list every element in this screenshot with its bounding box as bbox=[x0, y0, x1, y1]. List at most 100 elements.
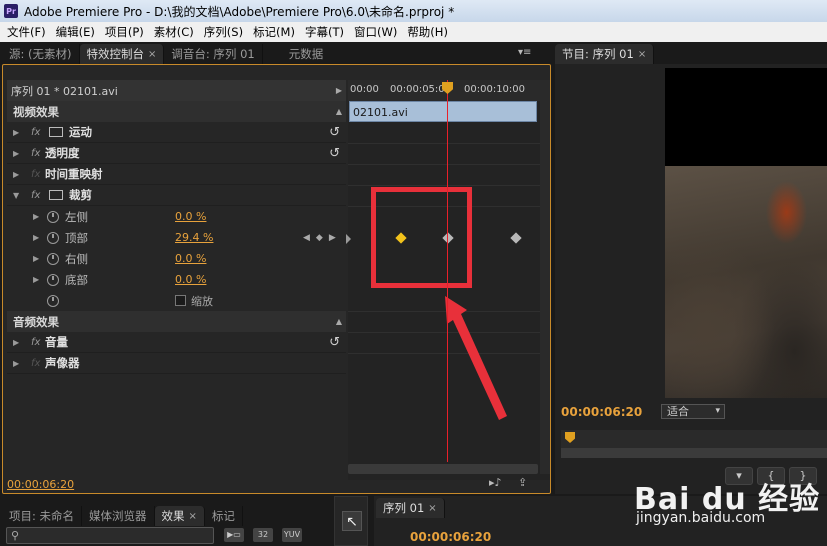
new-bin-icon[interactable]: ▶▭ bbox=[224, 528, 244, 542]
yuv-icon[interactable]: YUV bbox=[282, 528, 302, 542]
menu-window[interactable]: 窗口(W) bbox=[349, 24, 402, 40]
tab-metadata-label: 元数据 bbox=[288, 47, 324, 61]
expand-triangle-icon[interactable]: ▶ bbox=[13, 170, 23, 179]
fit-dropdown[interactable]: 适合 bbox=[661, 404, 725, 419]
audio-play-icon[interactable]: ▸♪ bbox=[489, 476, 502, 489]
fx-icon[interactable]: fx bbox=[31, 337, 45, 348]
effect-row-panner[interactable]: ▶ fx 声像器 bbox=[7, 353, 346, 374]
expand-triangle-icon[interactable]: ▶ bbox=[33, 233, 43, 242]
tab-markers[interactable]: 标记 bbox=[205, 506, 243, 526]
close-icon[interactable]: × bbox=[428, 503, 436, 514]
collapse-up-icon[interactable]: ▲ bbox=[336, 317, 342, 326]
tab-metadata[interactable]: 元数据 bbox=[263, 44, 331, 64]
program-playhead[interactable] bbox=[565, 432, 575, 443]
effect-row-motion[interactable]: ▶ fx 运动 ↺ bbox=[7, 122, 346, 143]
tab-media-browser[interactable]: 媒体浏览器 bbox=[82, 506, 155, 526]
menu-title[interactable]: 字幕(T) bbox=[300, 24, 349, 40]
effect-row-crop[interactable]: ▼ fx 裁剪 bbox=[7, 185, 346, 206]
effect-name: 时间重映射 bbox=[45, 167, 103, 181]
effects-search-input[interactable]: ⚲ bbox=[6, 527, 214, 544]
keyframe-timeline[interactable]: 00:00 00:00:05:00 00:00:10:00 02101.avi bbox=[346, 80, 550, 480]
close-icon[interactable]: × bbox=[189, 511, 197, 522]
accelerated-32-icon[interactable]: 32 bbox=[253, 528, 273, 542]
tab-effect-controls[interactable]: 特效控制台 × bbox=[79, 44, 165, 64]
zoom-checkbox[interactable]: 缩放 bbox=[175, 293, 213, 309]
expand-triangle-icon[interactable]: ▶ bbox=[33, 254, 43, 263]
menu-project[interactable]: 项目(P) bbox=[100, 24, 149, 40]
effect-name: 裁剪 bbox=[69, 188, 92, 202]
effect-name: 音量 bbox=[45, 335, 68, 349]
stopwatch-icon[interactable] bbox=[47, 252, 59, 265]
menu-help[interactable]: 帮助(H) bbox=[402, 24, 453, 40]
reset-icon[interactable]: ↺ bbox=[329, 146, 340, 161]
clip-bar[interactable]: 02101.avi bbox=[349, 101, 537, 122]
close-icon[interactable]: × bbox=[148, 49, 156, 60]
expand-triangle-icon[interactable]: ▶ bbox=[13, 128, 23, 137]
tab-project-label: 项目: 未命名 bbox=[9, 509, 75, 523]
tab-program[interactable]: 节目: 序列 01 × bbox=[555, 44, 655, 64]
param-value[interactable]: 0.0 % bbox=[175, 252, 206, 265]
tab-effects[interactable]: 效果 × bbox=[154, 506, 205, 526]
param-row-right: ▶ 右侧 0.0 % bbox=[7, 248, 346, 269]
add-keyframe-icon[interactable]: ◆ bbox=[316, 233, 323, 243]
expand-triangle-icon[interactable]: ▶ bbox=[13, 359, 23, 368]
checkbox-box[interactable] bbox=[175, 295, 186, 306]
effect-row-volume[interactable]: ▶ fx 音量 ↺ bbox=[7, 332, 346, 353]
param-value[interactable]: 29.4 % bbox=[175, 231, 213, 244]
stopwatch-icon[interactable] bbox=[47, 210, 59, 223]
menu-file[interactable]: 文件(F) bbox=[2, 24, 51, 40]
effect-name: 透明度 bbox=[45, 146, 80, 160]
horizontal-scrollbar[interactable] bbox=[348, 464, 538, 474]
reset-icon[interactable]: ↺ bbox=[329, 125, 340, 140]
effect-controls-timecode[interactable]: 00:00:06:20 bbox=[7, 478, 74, 491]
expand-triangle-icon[interactable]: ▶ bbox=[13, 338, 23, 347]
menu-marker[interactable]: 标记(M) bbox=[248, 24, 300, 40]
stopwatch-icon[interactable] bbox=[47, 273, 59, 286]
divider bbox=[348, 185, 550, 186]
program-timecode[interactable]: 00:00:06:20 bbox=[561, 405, 642, 419]
fx-icon[interactable]: fx bbox=[31, 148, 45, 159]
vertical-scrollbar[interactable] bbox=[540, 80, 550, 474]
menu-edit[interactable]: 编辑(E) bbox=[51, 24, 100, 40]
param-value[interactable]: 0.0 % bbox=[175, 210, 206, 223]
keyframe-navigator: ◀ ◆ ▶ bbox=[303, 233, 336, 243]
fx-icon[interactable]: fx bbox=[31, 190, 45, 201]
tab-project[interactable]: 项目: 未命名 bbox=[2, 506, 83, 526]
tab-audio-mixer[interactable]: 调音台: 序列 01 bbox=[164, 44, 263, 64]
title-bar: Pr Adobe Premiere Pro - D:\我的文档\Adobe\Pr… bbox=[0, 0, 827, 22]
program-zoom-bar[interactable] bbox=[561, 448, 827, 458]
selection-tool-icon[interactable]: ↖ bbox=[342, 511, 362, 531]
tab-markers-label: 标记 bbox=[211, 509, 235, 523]
expand-triangle-icon[interactable]: ▶ bbox=[33, 212, 43, 221]
tab-source[interactable]: 源: (无素材) bbox=[2, 44, 80, 64]
tools-panel: ↖ bbox=[334, 496, 368, 546]
divider bbox=[348, 164, 550, 165]
menu-sequence[interactable]: 序列(S) bbox=[199, 24, 248, 40]
param-row-zoom: ▶ 缩放 bbox=[7, 290, 346, 311]
panel-menu-icon[interactable]: ▾≡ bbox=[518, 47, 531, 58]
sequence-header: 序列 01 * 02101.avi ▶ bbox=[7, 80, 346, 101]
prev-keyframe-icon[interactable]: ◀ bbox=[303, 233, 310, 243]
param-value[interactable]: 0.0 % bbox=[175, 273, 206, 286]
keyframe-diamond[interactable] bbox=[510, 232, 522, 244]
export-icon[interactable]: ⇪ bbox=[518, 476, 527, 489]
reset-icon[interactable]: ↺ bbox=[329, 335, 340, 350]
stopwatch-icon[interactable] bbox=[47, 231, 59, 244]
program-monitor: 00:00:06:20 适合 ▾ { } bbox=[555, 64, 827, 494]
fx-icon[interactable]: fx bbox=[31, 127, 45, 138]
play-triangle-icon[interactable]: ▶ bbox=[336, 86, 342, 95]
effect-row-opacity[interactable]: ▶ fx 透明度 ↺ bbox=[7, 143, 346, 164]
expand-triangle-icon[interactable]: ▶ bbox=[13, 149, 23, 158]
collapse-triangle-icon[interactable]: ▼ bbox=[13, 191, 23, 200]
expand-triangle-icon[interactable]: ▶ bbox=[33, 275, 43, 284]
tab-effects-label: 效果 bbox=[161, 509, 185, 523]
effect-controls-list: 序列 01 * 02101.avi ▶ 视频效果 ▲ ▶ fx 运动 ↺ ▶ f… bbox=[7, 80, 346, 480]
close-icon[interactable]: × bbox=[638, 49, 646, 60]
next-keyframe-icon[interactable]: ▶ bbox=[329, 233, 336, 243]
effect-row-time-remap[interactable]: ▶ fx 时间重映射 bbox=[7, 164, 346, 185]
collapse-up-icon[interactable]: ▲ bbox=[336, 107, 342, 116]
sequence-timecode[interactable]: 00:00:06:20 bbox=[410, 530, 491, 544]
menu-clip[interactable]: 素材(C) bbox=[149, 24, 199, 40]
baidu-watermark: Bai du 经验 jingyan.baidu.com bbox=[634, 462, 824, 542]
tab-sequence-01[interactable]: 序列 01 × bbox=[376, 498, 445, 518]
